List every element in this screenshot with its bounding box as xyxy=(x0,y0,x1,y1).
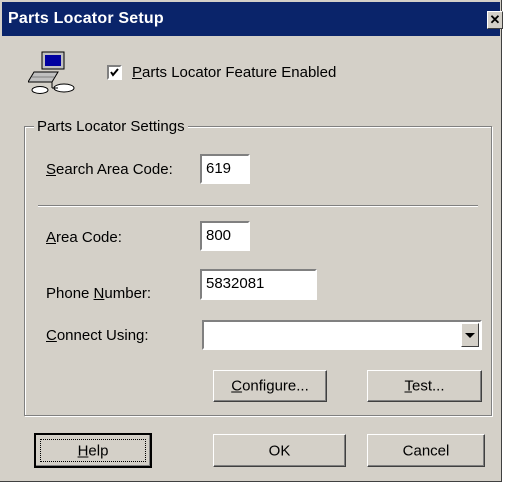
help-button[interactable]: Help xyxy=(34,433,152,468)
feature-enabled-checkbox[interactable] xyxy=(107,65,122,80)
window-title: Parts Locator Setup xyxy=(8,10,164,27)
configure-button[interactable]: Configure... xyxy=(213,370,327,402)
checkmark-icon xyxy=(110,68,119,77)
feature-enabled-label[interactable]: Parts Locator Feature Enabled xyxy=(132,64,336,81)
connect-using-label: Connect Using: xyxy=(46,327,149,344)
network-computer-icon xyxy=(28,51,75,94)
area-code-label: Area Code: xyxy=(46,229,122,246)
chevron-down-icon xyxy=(465,333,475,338)
connect-using-dropdown[interactable] xyxy=(202,320,482,350)
area-code-input[interactable]: 800 xyxy=(200,221,250,251)
settings-group-label: Parts Locator Settings xyxy=(34,118,188,135)
phone-number-input[interactable]: 5832081 xyxy=(200,269,317,300)
ok-button[interactable]: OK xyxy=(213,434,346,467)
dropdown-arrow-button[interactable] xyxy=(461,323,479,347)
test-button[interactable]: Test... xyxy=(367,370,482,402)
cancel-button[interactable]: Cancel xyxy=(367,434,485,467)
separator xyxy=(38,205,478,207)
dialog-window: Parts Locator Setup ✕ Parts Locator Feat… xyxy=(0,0,503,482)
title-bar[interactable]: Parts Locator Setup ✕ xyxy=(2,2,503,36)
close-icon: ✕ xyxy=(489,12,501,27)
search-area-code-input[interactable]: 619 xyxy=(200,154,250,184)
close-button[interactable]: ✕ xyxy=(487,11,503,29)
phone-number-label: Phone Number: xyxy=(46,285,152,302)
search-area-code-label: Search Area Code: xyxy=(46,161,173,178)
